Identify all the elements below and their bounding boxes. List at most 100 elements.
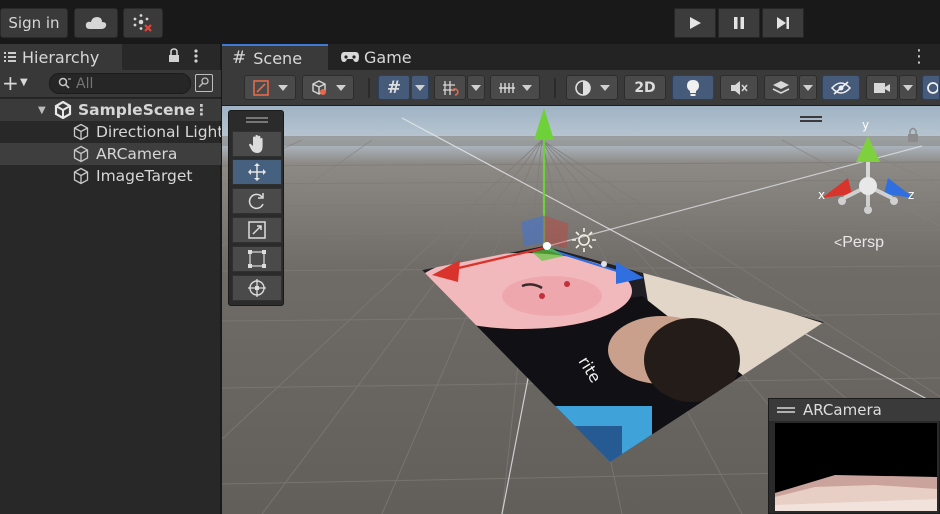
game-object-cube-icon <box>73 123 89 141</box>
lightbulb-icon <box>687 79 699 96</box>
hierarchy-item-selected[interactable]: ARCamera <box>0 143 221 165</box>
scene-menu-icon[interactable]: ⋮ <box>194 101 209 119</box>
eye-slash-icon <box>831 80 851 95</box>
toolbar-separator <box>368 78 370 98</box>
scene-tab-menu-icon[interactable]: ⋮ <box>910 46 932 67</box>
hierarchy-item[interactable]: Directional Light <box>0 121 221 143</box>
tab-game-label: Game <box>364 47 412 67</box>
chevron-down-icon <box>600 84 610 91</box>
camera-preview-render <box>775 423 937 511</box>
persp-icon: < <box>834 234 843 250</box>
hierarchy-panel: Hierarchy + ▼ ▼ <box>0 44 221 514</box>
lighting-toggle[interactable] <box>672 75 714 100</box>
scene-camera-dropdown[interactable] <box>899 75 917 100</box>
gizmo-sphere-icon <box>927 81 938 94</box>
expand-arrow-icon[interactable]: ▼ <box>38 105 46 116</box>
move-tool-button[interactable] <box>232 159 282 185</box>
sign-in-button[interactable]: Sign in <box>0 8 68 38</box>
camera-preview-header[interactable]: ARCamera <box>769 399 940 421</box>
hierarchy-toolbar: + ▼ <box>0 70 221 98</box>
scene-root-row[interactable]: ▼ SampleScene ⋮ <box>0 99 221 121</box>
preview-grip-icon <box>777 407 795 409</box>
audio-toggle[interactable] <box>720 75 758 100</box>
transform-all-icon <box>248 279 266 297</box>
add-object-button[interactable]: + <box>2 73 19 93</box>
chevron-down-icon <box>903 84 913 91</box>
overlay-grip-icon[interactable] <box>800 116 822 118</box>
scene-tab-bar: # Scene Game ⋮ <box>222 44 940 70</box>
projection-label: Persp <box>842 234 884 251</box>
scene-viewport[interactable]: rite y x z <Persp ARCamera <box>222 106 940 514</box>
palette-grip-icon[interactable] <box>246 117 268 119</box>
view-tool-button[interactable] <box>232 131 282 157</box>
grid-snap-toggle[interactable]: # <box>378 75 410 100</box>
cube-pivot-icon <box>312 79 326 95</box>
shaded-sphere-icon <box>575 79 591 96</box>
hierarchy-tab-label: Hierarchy <box>22 47 100 67</box>
scale-tool-button[interactable] <box>232 217 282 243</box>
tool-palette <box>228 110 284 306</box>
playback-controls <box>674 8 806 38</box>
play-icon <box>690 17 701 29</box>
grid-snap-icon: # <box>386 77 402 98</box>
chevron-down-icon <box>336 84 346 91</box>
cloud-icon <box>85 17 107 29</box>
tab-scene[interactable]: # Scene <box>222 44 328 70</box>
rect-transform-icon <box>248 250 266 268</box>
scene-visibility-button[interactable] <box>195 74 213 92</box>
tab-scene-label: Scene <box>253 48 303 68</box>
hierarchy-item-label: ImageTarget <box>96 167 193 185</box>
gamepad-icon <box>341 52 359 62</box>
gizmo-x-label: x <box>818 188 826 202</box>
grid-snap-dropdown[interactable] <box>411 75 429 100</box>
2d-mode-toggle[interactable]: 2D <box>624 75 666 100</box>
grid-visibility-toggle[interactable] <box>434 75 466 100</box>
shading-mode-dropdown[interactable] <box>566 75 618 100</box>
gizmos-toggle[interactable] <box>922 75 940 100</box>
rotate-icon <box>248 193 264 210</box>
camera-preview-image <box>775 423 937 511</box>
effects-dropdown[interactable] <box>799 75 817 100</box>
scene-panel: # Scene Game ⋮ # 2D rite y x z <Persp AR… <box>222 44 940 514</box>
increment-snap-dropdown[interactable] <box>490 75 540 100</box>
camera-preview-window: ARCamera <box>768 398 940 514</box>
global-local-dropdown[interactable] <box>302 75 354 100</box>
scene-camera-button[interactable] <box>866 75 898 100</box>
chevron-down-icon <box>522 84 532 91</box>
hierarchy-tab[interactable]: Hierarchy <box>0 44 122 70</box>
list-icon <box>4 52 16 62</box>
camera-preview-title: ARCamera <box>803 401 882 419</box>
speaker-muted-icon <box>731 80 748 95</box>
gizmo-y-label: y <box>862 118 870 132</box>
tab-game[interactable]: Game <box>340 44 412 70</box>
transform-tool-button[interactable] <box>232 275 282 301</box>
cloud-button[interactable] <box>74 8 118 38</box>
hierarchy-list: ▼ SampleScene ⋮ Directional Light ARCame… <box>0 99 221 187</box>
chevron-down-icon[interactable]: ▼ <box>20 77 28 88</box>
hidden-objects-toggle[interactable] <box>822 75 860 100</box>
pause-button[interactable] <box>718 8 760 38</box>
projection-toggle[interactable]: <Persp <box>834 234 884 252</box>
collab-button[interactable] <box>123 8 163 38</box>
toolbar-separator <box>554 78 556 98</box>
hierarchy-tab-tools <box>168 48 198 63</box>
grid-visibility-dropdown[interactable] <box>467 75 485 100</box>
pause-icon <box>734 17 744 29</box>
step-button[interactable] <box>762 8 804 38</box>
game-object-cube-icon <box>73 145 89 163</box>
rotate-tool-button[interactable] <box>232 188 282 214</box>
grid-undo-icon <box>443 80 459 96</box>
chevron-down-icon <box>415 84 425 91</box>
effects-toggle[interactable] <box>764 75 798 100</box>
draw-mode-dropdown[interactable] <box>244 75 296 100</box>
kebab-menu-icon[interactable] <box>194 48 198 63</box>
video-camera-icon <box>874 82 890 93</box>
chevron-down-icon <box>278 84 288 91</box>
play-button[interactable] <box>674 8 716 38</box>
lock-icon[interactable] <box>168 48 180 63</box>
ruler-snap-icon <box>499 82 515 93</box>
rect-tool-button[interactable] <box>232 246 282 272</box>
hierarchy-item[interactable]: ImageTarget <box>0 165 221 187</box>
top-toolbar: Sign in <box>0 0 940 44</box>
unity-logo-icon <box>54 101 72 119</box>
